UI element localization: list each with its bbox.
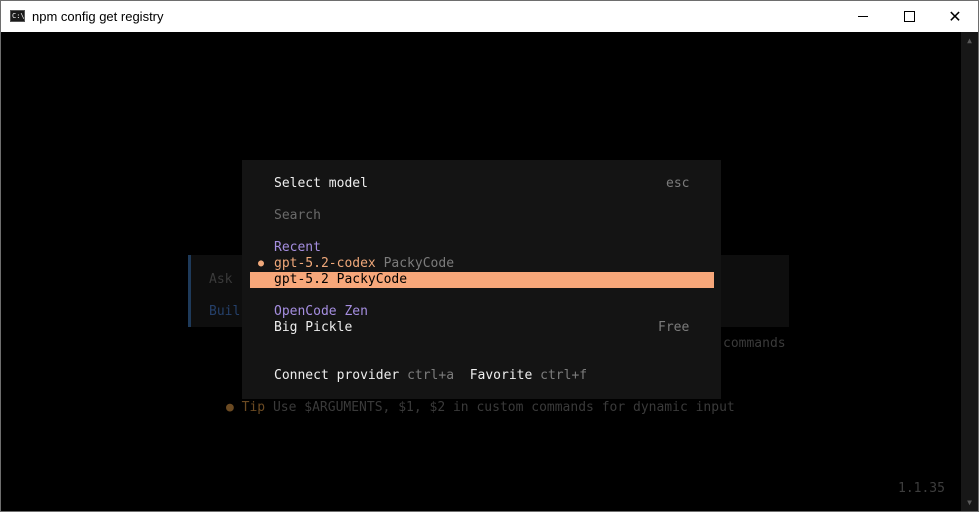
model-option-selected[interactable]: gpt-5.2 PackyCode [250,272,714,288]
select-model-dialog: Select model esc Search Recent ● gpt-5.2… [242,160,721,399]
terminal-window: C:\ npm config get registry ✕ Ask Buil c… [0,0,979,512]
minimize-icon [858,16,868,17]
connect-provider-action[interactable]: Connect provider [274,368,399,383]
current-model-bullet-icon: ● [258,258,265,269]
terminal-content[interactable]: Ask Buil commands ● Tip Use $ARGUMENTS, … [1,32,961,511]
window-title: npm config get registry [32,9,164,24]
minimize-button[interactable] [840,1,886,32]
model-option[interactable]: ● gpt-5.2-codex PackyCode [250,256,714,272]
dialog-title: Select model [274,176,368,191]
favorite-action[interactable]: Favorite [470,368,533,383]
model-price: Free [658,320,690,335]
tip-label: Tip [241,400,266,415]
model-provider: PackyCode [383,256,455,271]
console-icon-label: C:\ [12,12,25,20]
model-name: Big Pickle [274,320,353,335]
close-dialog-esc[interactable]: esc [666,176,689,192]
close-icon: ✕ [948,6,962,26]
dialog-footer: Connect provider ctrl+a Favorite ctrl+f [274,368,587,384]
maximize-icon [903,11,915,22]
prompt-placeholder-text: Ask [209,272,233,287]
scroll-up-arrow-icon[interactable]: ▲ [961,32,978,49]
vertical-scrollbar[interactable]: ▲ ▼ [961,32,978,511]
maximize-button[interactable] [886,1,932,32]
model-search-input[interactable]: Search [274,208,321,224]
commands-hint: commands [723,336,786,351]
model-option-label: gpt-5.2-codex PackyCode [274,256,454,272]
model-option[interactable]: Big Pickle Free [250,320,714,336]
connect-provider-shortcut: ctrl+a [407,368,455,383]
agent-mode-label: Buil [209,304,241,319]
model-name: gpt-5.2 [274,272,329,287]
close-button[interactable]: ✕ [932,1,978,32]
console-app-icon: C:\ [10,10,25,22]
model-name: gpt-5.2-codex [274,256,376,271]
tip-line: ● Tip Use $ARGUMENTS, $1, $2 in custom c… [226,400,735,416]
model-provider: PackyCode [336,272,408,287]
group-label-opencode-zen: OpenCode Zen [274,304,368,319]
scroll-down-arrow-icon[interactable]: ▼ [961,494,978,511]
title-bar[interactable]: C:\ npm config get registry ✕ [1,1,978,32]
model-option-label: gpt-5.2 PackyCode [274,272,407,288]
version-label: 1.1.35 [898,481,945,496]
tip-text: Use $ARGUMENTS, $1, $2 in custom command… [272,400,735,415]
group-label-recent: Recent [274,240,321,255]
favorite-shortcut: ctrl+f [540,368,588,383]
tip-bullet-icon: ● [226,400,234,415]
